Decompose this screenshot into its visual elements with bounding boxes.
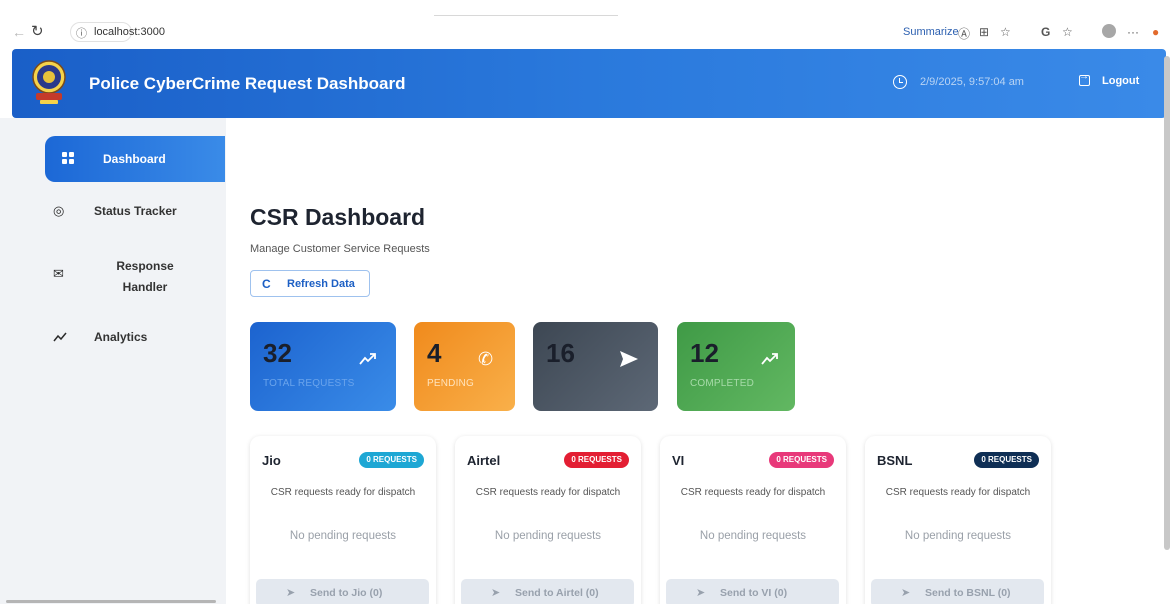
trend-icon (53, 332, 67, 342)
tabs-icon[interactable]: ⊞ (979, 25, 989, 39)
info-icon[interactable]: ⓘ (76, 25, 87, 41)
request-count-badge: 0 REQUESTS (769, 452, 834, 468)
send-icon: ➤ (901, 587, 911, 599)
sidebar-item-label: Response Handler (116, 259, 174, 294)
provider-description: CSR requests ready for dispatch (680, 487, 826, 498)
app-header: Police CyberCrime Request Dashboard 2/9/… (12, 49, 1166, 118)
send-icon (620, 351, 638, 367)
main-content: CSR Dashboard Manage Customer Service Re… (226, 118, 1172, 604)
send-icon: ➤ (286, 587, 296, 599)
app-root: ← ↻ ⓘ localhost:3000 Summarize Ⓐ ⊞ ☆ G ☆… (0, 0, 1172, 604)
vertical-scrollbar[interactable] (1164, 56, 1170, 550)
sidebar-item-label: Status Tracker (94, 204, 177, 218)
request-count-badge: 0 REQUESTS (359, 452, 424, 468)
stat-value: 4 (427, 338, 442, 368)
provider-description: CSR requests ready for dispatch (475, 487, 621, 498)
refresh-data-button[interactable]: C Refresh Data (250, 270, 370, 297)
empty-state-text: No pending requests (494, 530, 602, 542)
app-title: Police CyberCrime Request Dashboard (89, 74, 406, 93)
edge-icon[interactable]: ● (1152, 25, 1159, 39)
more-icon[interactable]: ··· (1127, 25, 1139, 39)
reading-icon[interactable]: Ⓐ (958, 25, 970, 42)
tab-strip-line (434, 15, 618, 16)
send-icon: ➤ (696, 587, 706, 599)
provider-card-jio: Jio 0 REQUESTS CSR requests ready for di… (250, 436, 436, 604)
sidebar-item-label: Dashboard (103, 152, 166, 166)
browser-chrome: ← ↻ ⓘ localhost:3000 Summarize Ⓐ ⊞ ☆ G ☆… (0, 0, 1172, 48)
sidebar-item-status-tracker[interactable]: ◎ Status Tracker (45, 188, 225, 234)
stat-card-total: 32 TOTAL REQUESTS (250, 322, 396, 411)
url-text[interactable]: localhost:3000 (94, 26, 165, 38)
trend-up-icon (761, 353, 778, 365)
provider-card-vi: VI 0 REQUESTS CSR requests ready for dis… (660, 436, 846, 604)
horizontal-scrollbar[interactable] (6, 600, 216, 603)
sidebar-item-label: Analytics (94, 330, 148, 344)
stat-card-dispatched: 16 (533, 322, 658, 411)
sidebar: Dashboard ◎ Status Tracker ✉ Response Ha… (0, 118, 226, 604)
empty-state-text: No pending requests (699, 530, 807, 542)
request-count-badge: 0 REQUESTS (564, 452, 629, 468)
logout-button[interactable]: Logout (1072, 68, 1152, 96)
sidebar-item-analytics[interactable]: Analytics (45, 314, 225, 360)
provider-name: VI (672, 453, 685, 468)
provider-card-bsnl: BSNL 0 REQUESTS CSR requests ready for d… (865, 436, 1051, 604)
provider-description: CSR requests ready for dispatch (270, 487, 416, 498)
send-label: Send to VI (0) (720, 587, 788, 599)
back-icon[interactable]: ← (12, 24, 26, 40)
trend-up-icon (359, 353, 376, 365)
provider-name: BSNL (877, 453, 913, 468)
stat-label: TOTAL REQUESTS (263, 378, 355, 389)
stat-card-pending: 4 ✆ PENDING (414, 322, 515, 411)
sidebar-item-response-handler[interactable]: ✉ Response Handler (45, 252, 225, 298)
datetime-display: 2/9/2025, 9:57:04 am (920, 76, 1024, 88)
logout-icon (1079, 71, 1090, 86)
favorites-bar-icon[interactable]: ☆ (1062, 25, 1073, 39)
clock-icon (893, 75, 907, 89)
grid-icon (62, 152, 74, 164)
stat-label: COMPLETED (690, 378, 755, 389)
send-label: Send to Airtel (0) (515, 587, 599, 599)
mail-icon: ✉ (53, 266, 64, 281)
empty-state-text: No pending requests (289, 530, 397, 542)
send-icon: ➤ (491, 587, 501, 599)
stat-card-completed: 12 COMPLETED (677, 322, 795, 411)
stat-value: 16 (546, 338, 575, 368)
logout-label: Logout (1102, 75, 1140, 87)
provider-card-airtel: Airtel 0 REQUESTS CSR requests ready for… (455, 436, 641, 604)
stat-value: 32 (263, 338, 292, 368)
police-emblem-icon (32, 60, 66, 104)
request-count-badge: 0 REQUESTS (974, 452, 1039, 468)
stat-label: PENDING (427, 378, 474, 389)
copilot-icon[interactable]: G (1041, 25, 1050, 39)
provider-name: Airtel (467, 453, 501, 468)
page-subtitle: Manage Customer Service Requests (250, 243, 430, 255)
page-title: CSR Dashboard (250, 204, 426, 230)
sidebar-item-dashboard[interactable]: Dashboard (45, 136, 225, 182)
phone-icon: ✆ (478, 349, 494, 369)
send-label: Send to Jio (0) (310, 587, 383, 599)
summarize-button[interactable]: Summarize (903, 26, 959, 38)
send-label: Send to BSNL (0) (925, 587, 1011, 599)
send-to-airtel-button[interactable]: ➤ Send to Airtel (0) (461, 579, 634, 604)
profile-icon[interactable] (1102, 24, 1116, 38)
provider-name: Jio (262, 453, 281, 468)
send-to-bsnl-button[interactable]: ➤ Send to BSNL (0) (871, 579, 1044, 604)
stat-value: 12 (690, 338, 719, 368)
refresh-label: Refresh Data (287, 278, 355, 290)
favorite-icon[interactable]: ☆ (1000, 25, 1011, 39)
empty-state-text: No pending requests (904, 530, 1012, 542)
refresh-icon: C (262, 277, 271, 291)
send-to-vi-button[interactable]: ➤ Send to VI (0) (666, 579, 839, 604)
tracker-icon: ◎ (53, 203, 65, 218)
provider-description: CSR requests ready for dispatch (885, 487, 1031, 498)
send-to-jio-button[interactable]: ➤ Send to Jio (0) (256, 579, 429, 604)
reload-icon[interactable]: ↻ (31, 22, 44, 40)
